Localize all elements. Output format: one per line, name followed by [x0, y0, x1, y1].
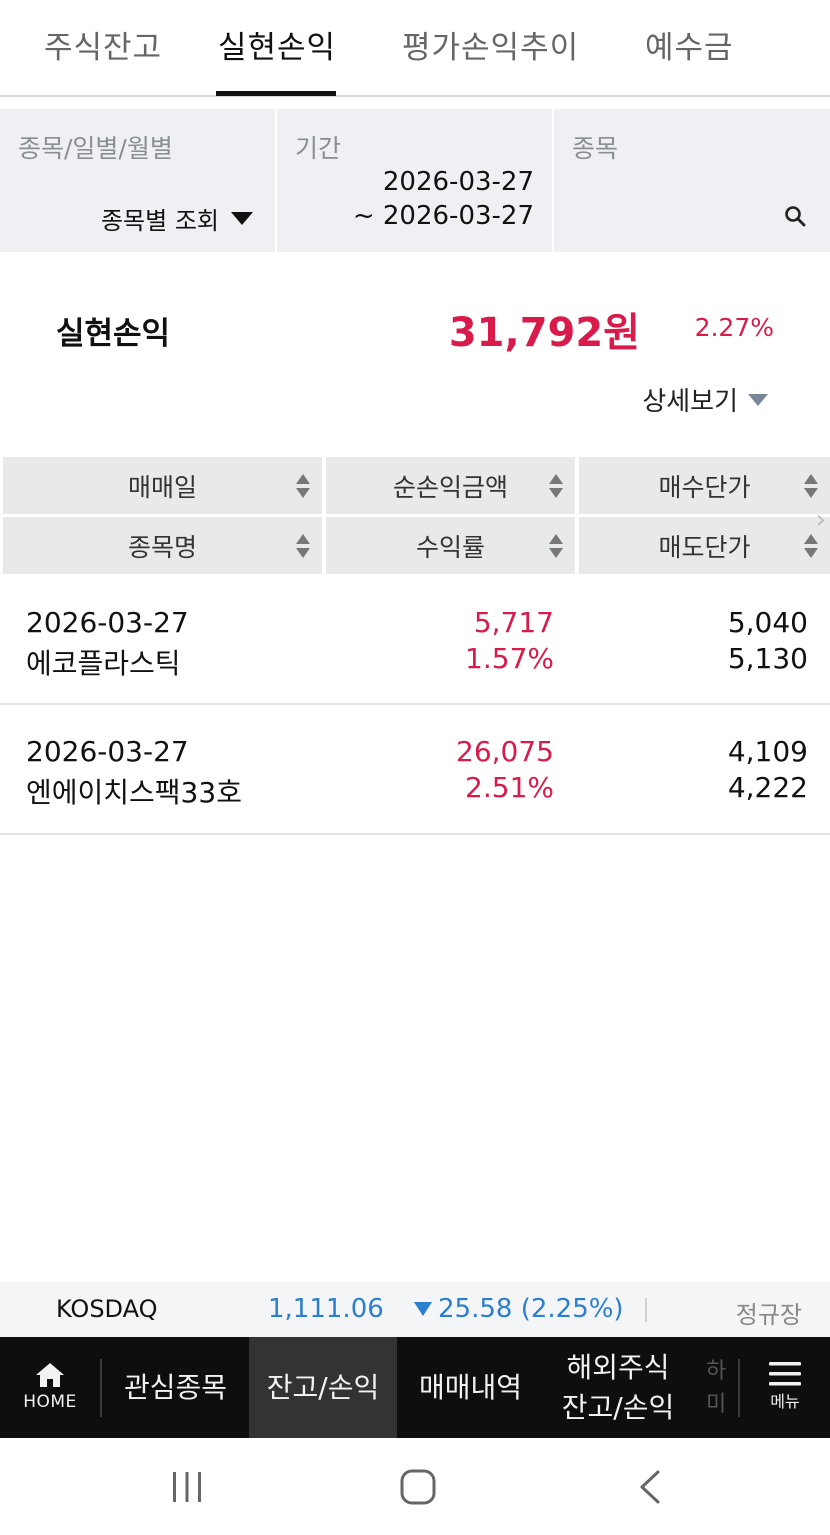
hamburger-menu-icon [769, 1362, 801, 1386]
realized-pnl-amount: 31,792원 [448, 310, 640, 356]
sort-icon [549, 534, 563, 558]
sort-icon [549, 474, 563, 498]
period-label: 기간 [295, 134, 342, 163]
ticker-index-value: 1,111.06 [268, 1294, 384, 1324]
bottom-nav: HOME 관심종목 잔고/손익 매매내역 해외주식 잔고/손익 하미 메뉴 [0, 1337, 830, 1438]
nav-watchlist-label: 관심종목 [123, 1370, 228, 1404]
nav-home[interactable]: HOME [0, 1337, 100, 1438]
header-buy-price[interactable]: 매수단가 [579, 457, 830, 514]
header-trade-date[interactable]: 매매일 [3, 457, 322, 514]
system-nav-bar [0, 1438, 830, 1535]
view-type-filter[interactable]: 종목/일별/월별 종목별 조회 [0, 109, 275, 252]
table-row[interactable]: 2026-03-27 에코플라스틱 5,717 1.57% 5,040 5,13… [0, 576, 830, 705]
nav-overseas-line2: 잔고/손익 [561, 1390, 675, 1424]
row-net-profit: 26,075 [456, 735, 554, 768]
tab-stock-balance[interactable]: 주식잔고 [44, 22, 162, 67]
nav-overseas-balance[interactable]: 해외주식 잔고/손익 [544, 1337, 692, 1438]
row-sell-price: 4,222 [727, 771, 808, 804]
sort-icon [296, 474, 310, 498]
caret-down-icon [231, 212, 253, 225]
view-type-label: 종목/일별/월별 [18, 134, 173, 163]
sort-icon [804, 474, 818, 498]
row-buy-price: 5,040 [727, 606, 808, 639]
realized-pnl-rate: 2.27% [694, 313, 774, 342]
tab-realized-pnl[interactable]: 실현손익 [218, 22, 336, 67]
ticker-change-value: 25.58 (2.25%) [438, 1294, 624, 1324]
nav-home-label: HOME [23, 1391, 77, 1412]
header-stock-name-label: 종목명 [127, 532, 197, 562]
nav-balance-label: 잔고/손익 [266, 1370, 380, 1404]
summary-label: 실현손익 [56, 316, 171, 352]
row-net-profit: 5,717 [473, 606, 554, 639]
row-return-rate: 2.51% [465, 771, 554, 804]
stock-filter[interactable]: 종목 [554, 109, 830, 252]
ticker-session: 정규장 [735, 1301, 802, 1329]
caret-down-icon [748, 393, 768, 406]
row-return-rate: 1.57% [465, 642, 554, 675]
row-buy-price: 4,109 [727, 735, 808, 768]
header-return-rate[interactable]: 수익률 [326, 517, 575, 574]
row-date: 2026-03-27 [26, 606, 189, 639]
stock-label: 종목 [572, 134, 619, 163]
view-type-select[interactable]: 종목별 조회 [101, 201, 253, 236]
header-trade-date-label: 매매일 [127, 472, 197, 502]
row-sell-price: 5,130 [727, 642, 808, 675]
tab-valuation-trend[interactable]: 평가손익추이 [402, 22, 579, 67]
top-tab-bar: 주식잔고 실현손익 평가손익추이 예수금 [0, 0, 830, 97]
table-header: 매매일 순손익금액 매수단가 종목명 수익률 매도단가 [0, 457, 830, 575]
search-icon[interactable] [784, 205, 806, 227]
detail-view-label: 상세보기 [642, 387, 738, 417]
header-buy-price-label: 매수단가 [658, 472, 751, 502]
nav-overseas-line1: 해외주식 [566, 1351, 670, 1385]
nav-balance[interactable]: 잔고/손익 [249, 1337, 397, 1438]
filter-bar: 종목/일별/월별 종목별 조회 기간 2026-03-27 ~ 2026-03-… [0, 109, 830, 252]
row-date: 2026-03-27 [26, 735, 189, 768]
view-type-value: 종목별 조회 [100, 207, 219, 235]
header-return-rate-label: 수익률 [415, 532, 485, 562]
sort-icon [804, 534, 818, 558]
table-row[interactable]: 2026-03-27 엔에이치스팩33호 26,075 2.51% 4,109 … [0, 706, 830, 835]
home-icon [36, 1362, 64, 1387]
ticker-index-change: 25.58 (2.25%) [414, 1294, 624, 1324]
period-filter[interactable]: 기간 2026-03-27 ~ 2026-03-27 [277, 109, 552, 252]
period-start: 2026-03-27 [382, 167, 534, 197]
tab-deposit[interactable]: 예수금 [645, 22, 734, 67]
row-stock-name: 엔에이치스팩33호 [26, 776, 242, 809]
header-stock-name[interactable]: 종목명 [3, 517, 322, 574]
down-arrow-icon [414, 1302, 432, 1316]
index-ticker[interactable]: KOSDAQ 1,111.06 25.58 (2.25%) 정규장 [0, 1282, 830, 1337]
header-net-profit-label: 순손익금액 [392, 472, 508, 502]
nav-trades-label: 매매내역 [418, 1370, 523, 1404]
ticker-index-name: KOSDAQ [56, 1295, 158, 1323]
chevron-right-icon[interactable]: › [816, 505, 826, 535]
nav-watchlist[interactable]: 관심종목 [102, 1337, 249, 1438]
header-net-profit[interactable]: 순손익금액 [326, 457, 575, 514]
header-sell-price-label: 매도단가 [658, 532, 751, 562]
sort-icon [296, 534, 310, 558]
header-sell-price[interactable]: 매도단가 [579, 517, 830, 574]
home-button-icon[interactable] [400, 1469, 436, 1505]
ticker-divider [645, 1298, 647, 1322]
back-icon[interactable] [636, 1469, 664, 1505]
row-stock-name: 에코플라스틱 [26, 647, 181, 680]
active-tab-indicator [216, 91, 336, 96]
nav-menu[interactable]: 메뉴 [740, 1337, 830, 1438]
nav-trades[interactable]: 매매내역 [397, 1337, 544, 1438]
detail-view-button[interactable]: 상세보기 [642, 381, 768, 418]
nav-menu-label: 메뉴 [770, 1392, 800, 1412]
recent-apps-icon[interactable] [170, 1471, 204, 1503]
period-end: ~ 2026-03-27 [352, 201, 534, 231]
nav-next-item-partial[interactable]: 하미 [706, 1337, 736, 1438]
